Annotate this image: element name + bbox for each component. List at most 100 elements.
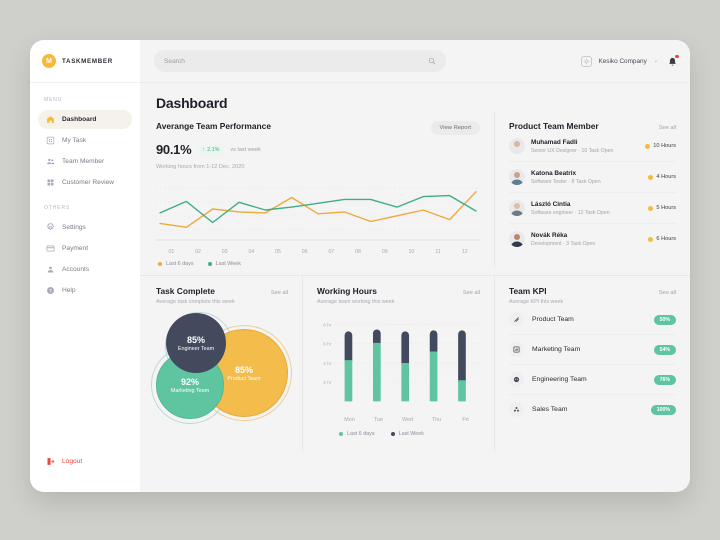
member-meta: Software engineer · 12 Task Open bbox=[531, 209, 610, 216]
logout-icon bbox=[47, 457, 55, 465]
bubble-label: Marketing Team bbox=[170, 387, 210, 394]
x-tick-label: 12 bbox=[461, 249, 468, 255]
performance-value: 90.1% bbox=[156, 142, 192, 157]
sidebar-item-accounts[interactable]: Accounts bbox=[38, 260, 132, 279]
network-icon bbox=[509, 402, 524, 417]
chevron-down-icon[interactable]: ⌄ bbox=[654, 58, 658, 64]
bubble-label: Engineer Team bbox=[177, 345, 215, 352]
member-row[interactable]: Novák Réka Development · 3 Task Open 6 Hou… bbox=[509, 224, 676, 254]
x-tick-label: 05 bbox=[275, 249, 281, 255]
x-tick-label: 08 bbox=[355, 249, 361, 255]
clock-icon bbox=[645, 143, 651, 149]
working-hours-card: Working Hours See all Average team worki… bbox=[302, 276, 494, 451]
task-icon bbox=[46, 136, 55, 145]
avatar bbox=[509, 231, 525, 247]
top-row: Averange Team Performance View Report 90… bbox=[140, 111, 690, 267]
member-hours: 4 Hours bbox=[648, 174, 676, 180]
bubble-engineer-team[interactable]: 85% Engineer Team bbox=[166, 313, 226, 373]
brand-logo[interactable]: M TASKMEMBER bbox=[30, 40, 140, 83]
bubble-value: 92% bbox=[180, 376, 199, 387]
sidebar-item-label: Settings bbox=[62, 224, 86, 231]
sidebar-item-label: Help bbox=[62, 287, 76, 294]
sidebar-item-settings[interactable]: Settings bbox=[38, 218, 132, 237]
sidebar-item-customer-review[interactable]: Customer Review bbox=[38, 173, 132, 192]
card-icon bbox=[46, 245, 55, 252]
performance-header: Averange Team Performance View Report bbox=[156, 121, 480, 135]
kpi-row[interactable]: Product Team 50% bbox=[509, 305, 676, 335]
logout-button[interactable]: Logout bbox=[30, 450, 140, 472]
x-tick-label: Wed bbox=[402, 417, 413, 423]
company-name[interactable]: Kesiko Company bbox=[598, 58, 646, 65]
bar-last-6-days bbox=[372, 342, 381, 402]
bar-chart-legend: Last 6 days Last Week bbox=[317, 431, 480, 437]
x-tick-label: 07 bbox=[328, 249, 335, 255]
sidebar-item-label: Payment bbox=[62, 245, 89, 252]
task-complete-title: Task Complete bbox=[156, 286, 215, 296]
search-box[interactable] bbox=[154, 50, 446, 72]
clock-icon bbox=[648, 205, 654, 211]
sidebar: M TASKMEMBER MENU Dashboard My Task Team… bbox=[30, 40, 140, 492]
sidebar-item-my-task[interactable]: My Task bbox=[38, 131, 132, 150]
search-icon[interactable] bbox=[428, 57, 436, 65]
working-hours-see-all[interactable]: See all bbox=[463, 290, 480, 296]
gear-icon bbox=[47, 223, 54, 230]
line-chart-legend: Last 6 days Last Week bbox=[156, 261, 480, 267]
topbar-right: Kesiko Company ⌄ bbox=[581, 55, 679, 67]
sidebar-item-help[interactable]: Help bbox=[38, 281, 132, 300]
member-row[interactable]: Katona Beatrix Software Tester · 8 Task O… bbox=[509, 162, 676, 193]
view-report-button[interactable]: View Report bbox=[430, 121, 480, 135]
y-tick-label: 4 hr bbox=[323, 361, 332, 367]
search-input[interactable] bbox=[164, 57, 428, 65]
member-hours-label: 4 Hours bbox=[656, 174, 676, 180]
clock-icon bbox=[648, 236, 654, 242]
bar-last-6-days bbox=[401, 363, 410, 402]
user-icon bbox=[47, 266, 54, 273]
sidebar-item-label: Team Member bbox=[62, 158, 105, 165]
member-name: László Cintia bbox=[531, 200, 571, 208]
working-hours-header: Working Hours See all bbox=[317, 286, 480, 296]
working-hours-bar-chart: 2 hr 4 hr 6 hr 8 hr bbox=[317, 317, 480, 414]
sidebar-nav: MENU Dashboard My Task Team Member Custo… bbox=[30, 83, 140, 450]
performance-stat: 90.1% ↑ 2.1% vs last week bbox=[156, 142, 480, 157]
x-tick-label: 03 bbox=[221, 249, 228, 255]
team-kpi-see-all[interactable]: See all bbox=[659, 290, 676, 296]
bar-last-6-days bbox=[458, 380, 466, 402]
performance-title: Averange Team Performance bbox=[156, 121, 271, 131]
member-hours-label: 6 Hours bbox=[656, 236, 676, 242]
legend-label: Last 6 days bbox=[347, 431, 375, 437]
sidebar-item-team-member[interactable]: Team Member bbox=[38, 152, 132, 171]
product-team-see-all[interactable]: See all bbox=[659, 125, 676, 131]
review-icon bbox=[47, 179, 54, 186]
kpi-row[interactable]: Marketing Team 54% bbox=[509, 335, 676, 365]
bar-last-6-days bbox=[429, 351, 438, 402]
task-complete-see-all[interactable]: See all bbox=[271, 290, 288, 296]
performance-delta-badge: ↑ 2.1% bbox=[197, 144, 225, 155]
topbar: Kesiko Company ⌄ bbox=[140, 40, 690, 83]
sidebar-item-payment[interactable]: Payment bbox=[38, 239, 132, 258]
legend-label: Last Week bbox=[398, 431, 424, 437]
task-complete-header: Task Complete See all bbox=[156, 286, 288, 296]
kpi-row[interactable]: Engineering Team 76% bbox=[509, 365, 676, 395]
bubble-value: 85% bbox=[234, 364, 253, 375]
task-complete-bubble-chart: 85% Product Team 85% Engineer Team 92% M… bbox=[151, 312, 292, 424]
member-name: Novák Réka bbox=[531, 231, 568, 239]
working-hours-subtitle: Average team working this week bbox=[317, 299, 395, 305]
clock-icon bbox=[648, 174, 654, 180]
x-tick-label: 01 bbox=[168, 249, 175, 255]
x-tick-label: 10 bbox=[408, 249, 415, 255]
avatar bbox=[509, 169, 525, 185]
kpi-label: Sales Team bbox=[532, 406, 568, 413]
kpi-label: Engineering Team bbox=[532, 376, 587, 383]
team-icon bbox=[47, 158, 55, 165]
sidebar-item-dashboard[interactable]: Dashboard bbox=[38, 110, 132, 129]
member-row[interactable]: László Cintia Software engineer · 12 Task… bbox=[509, 193, 676, 224]
avatar bbox=[509, 200, 525, 216]
home-icon bbox=[47, 116, 54, 123]
member-hours-label: 10 Hours bbox=[653, 143, 676, 149]
main-area: Kesiko Company ⌄ Dashboard Averange Team bbox=[140, 40, 690, 492]
member-name: Katona Beatrix bbox=[531, 169, 577, 177]
notification-button[interactable] bbox=[667, 55, 679, 67]
kpi-row[interactable]: Sales Team 100% bbox=[509, 395, 676, 424]
bar-last-week bbox=[401, 331, 410, 367]
member-row[interactable]: Muhamad Fadli Senior UX Designer · 10 Tas… bbox=[509, 131, 676, 162]
